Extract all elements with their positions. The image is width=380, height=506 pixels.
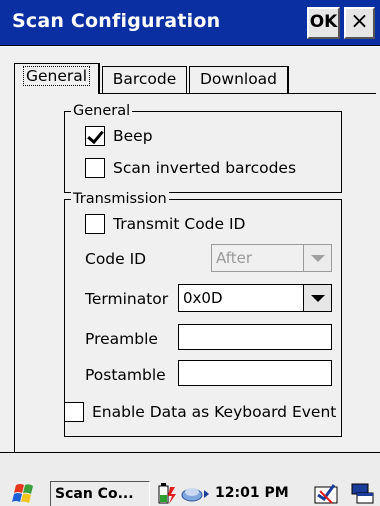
- tab-barcode[interactable]: Barcode: [102, 66, 187, 93]
- chevron-down-icon: [303, 245, 331, 271]
- preamble-input[interactable]: [178, 324, 332, 350]
- taskbar: Scan Co... 12:01 PM: [0, 452, 380, 506]
- terminator-value: 0x0D: [183, 289, 223, 307]
- preamble-label: Preamble: [85, 330, 158, 348]
- tab-download[interactable]: Download: [189, 66, 289, 93]
- terminator-label: Terminator: [85, 290, 169, 308]
- window-title: Scan Configuration: [12, 10, 221, 32]
- code-id-label: Code ID: [85, 250, 147, 268]
- scan-inverted-checkbox[interactable]: [85, 158, 105, 178]
- general-group: General Beep Scan inverted barcodes: [64, 102, 342, 193]
- beep-option[interactable]: Beep: [85, 126, 153, 146]
- scan-inverted-option[interactable]: Scan inverted barcodes: [85, 158, 296, 178]
- input-panel-icon[interactable]: [312, 481, 340, 506]
- transmission-group-label: Transmission: [71, 190, 169, 208]
- ok-button[interactable]: OK: [307, 7, 340, 39]
- scan-inverted-label: Scan inverted barcodes: [113, 159, 297, 177]
- tab-general[interactable]: General: [14, 63, 100, 94]
- keyboard-event-option[interactable]: Enable Data as Keyboard Event: [64, 402, 336, 422]
- transmit-code-id-label: Transmit Code ID: [113, 215, 246, 233]
- tab-strip: General Barcode Download: [14, 63, 374, 94]
- task-button-scan-config[interactable]: Scan Co...: [50, 481, 150, 506]
- chevron-down-icon[interactable]: [303, 285, 331, 311]
- beep-label: Beep: [113, 127, 153, 145]
- transmit-code-id-option[interactable]: Transmit Code ID: [85, 214, 245, 234]
- postamble-input[interactable]: [178, 360, 332, 386]
- tab-general-label: General: [22, 66, 91, 86]
- close-button[interactable]: ×: [344, 7, 375, 39]
- tab-panel-left-border: [14, 93, 15, 452]
- transmit-code-id-checkbox[interactable]: [85, 214, 105, 234]
- postamble-label: Postamble: [85, 366, 166, 384]
- terminator-dropdown[interactable]: 0x0D: [178, 284, 332, 312]
- network-sync-icon[interactable]: [180, 481, 212, 506]
- code-id-dropdown: After: [211, 244, 332, 272]
- keyboard-event-checkbox[interactable]: [64, 402, 84, 422]
- keyboard-event-label: Enable Data as Keyboard Event: [92, 403, 337, 421]
- dialog-body: General Barcode Download General Beep Sc…: [0, 47, 380, 452]
- windows-start-icon[interactable]: [10, 481, 40, 506]
- general-group-label: General: [71, 102, 133, 120]
- title-bar: Scan Configuration OK ×: [0, 0, 380, 46]
- clock: 12:01 PM: [215, 485, 289, 501]
- beep-checkbox[interactable]: [85, 126, 105, 146]
- code-id-value: After: [216, 249, 253, 267]
- battery-icon[interactable]: [156, 481, 178, 506]
- desktop-switch-icon[interactable]: [348, 481, 376, 506]
